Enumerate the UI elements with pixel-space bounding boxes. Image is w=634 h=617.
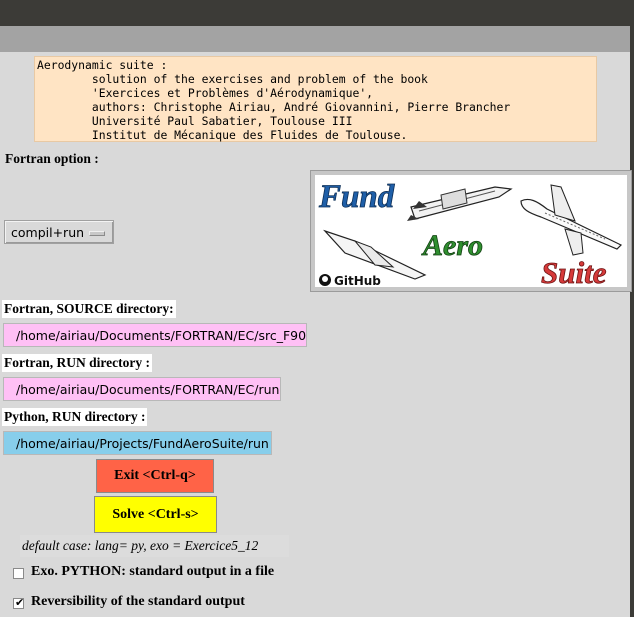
airliner-icon: [520, 184, 623, 256]
python-output-file-checkbox[interactable]: [13, 568, 24, 579]
python-run-path[interactable]: /home/airiau/Projects/FundAeroSuite/run: [3, 431, 272, 455]
fortran-option-value: compil+run: [11, 225, 85, 240]
github-icon: [319, 274, 331, 286]
logo-word-suite: Suite: [541, 255, 607, 287]
rocket-icon: [407, 186, 513, 221]
fortran-run-label: Fortran, RUN directory :: [2, 354, 152, 372]
logo-github-badge: GitHub: [334, 274, 381, 287]
fundaero-logo: Fund Aero Suite GitHub: [310, 170, 632, 292]
concorde-icon: [323, 229, 427, 280]
window-titlebar: [0, 0, 634, 26]
logo-word-fund: Fund: [318, 179, 395, 215]
fortran-run-path[interactable]: /home/airiau/Documents/FORTRAN/EC/run: [3, 377, 281, 401]
fortran-option-label: Fortran option :: [5, 151, 99, 166]
info-text: Aerodynamic suite : solution of the exer…: [34, 56, 597, 142]
option-menu-indicator-icon: [89, 231, 105, 236]
python-output-file-label[interactable]: Exo. PYTHON: standard output in a file: [31, 564, 274, 580]
logo-graphic: Fund Aero Suite GitHub: [318, 179, 623, 290]
reversibility-checkbox[interactable]: ✔: [13, 596, 25, 609]
checkmark-icon: ✔: [15, 596, 25, 609]
fortran-source-label: Fortran, SOURCE directory:: [2, 300, 176, 318]
window-menubar: [0, 26, 634, 52]
reversibility-label[interactable]: Reversibility of the standard output: [31, 594, 245, 610]
window-right-edge: [630, 26, 634, 617]
fortran-option-menu[interactable]: compil+run: [4, 220, 114, 244]
solve-button[interactable]: Solve <Ctrl-s>: [94, 496, 217, 533]
logo-word-aero: Aero: [421, 229, 483, 262]
exit-button[interactable]: Exit <Ctrl-q>: [96, 459, 214, 493]
fortran-source-path[interactable]: /home/airiau/Documents/FORTRAN/EC/src_F9…: [3, 323, 307, 347]
default-case-note: default case: lang= py, exo = Exercice5_…: [20, 535, 289, 557]
python-run-label: Python, RUN directory :: [2, 408, 148, 426]
